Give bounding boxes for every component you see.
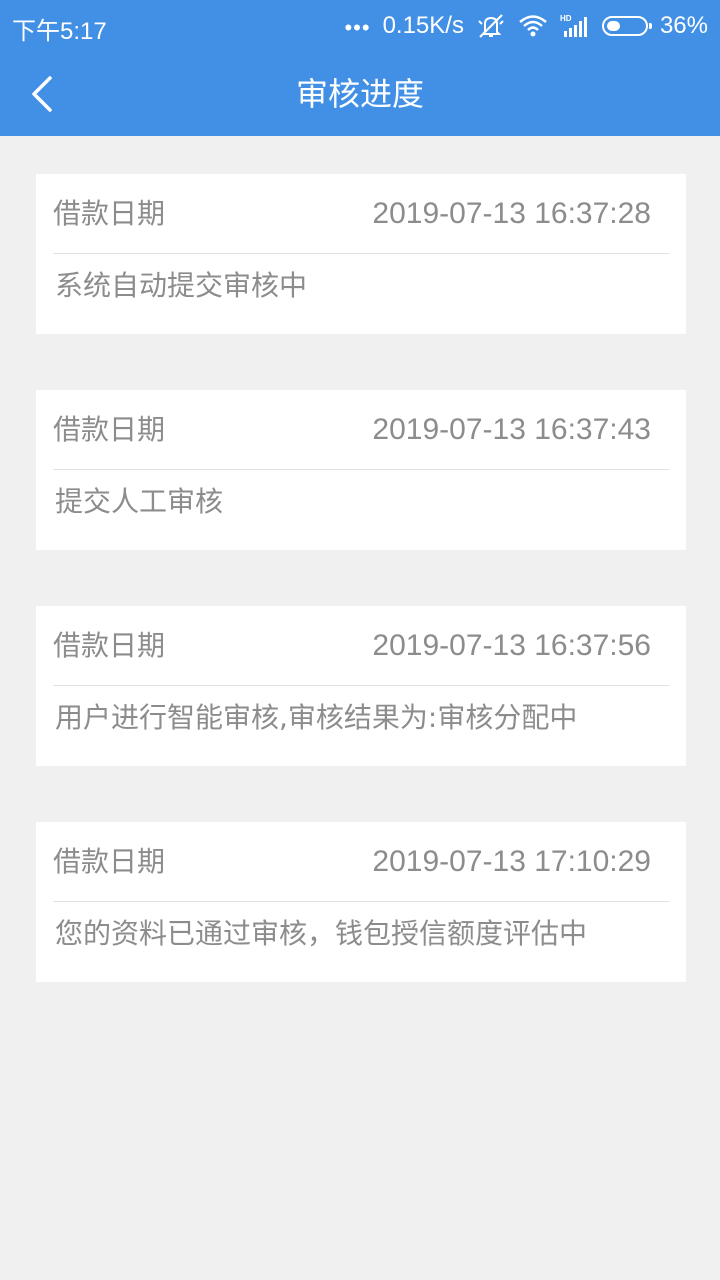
battery-fill bbox=[606, 21, 620, 31]
progress-card: 借款日期 2019-07-13 16:37:43 提交人工审核 bbox=[36, 390, 686, 550]
status-time: 下午5:17 bbox=[12, 18, 107, 45]
date-label: 借款日期 bbox=[53, 197, 166, 230]
date-label: 借款日期 bbox=[53, 629, 166, 662]
page-title: 审核进度 bbox=[295, 75, 424, 113]
status-description: 您的资料已通过审核，钱包授信额度评估中 bbox=[55, 917, 588, 950]
date-label: 借款日期 bbox=[53, 845, 166, 878]
app-bar: 审核进度 bbox=[0, 52, 720, 136]
svg-text:HD: HD bbox=[560, 14, 572, 23]
card-header-row: 借款日期 2019-07-13 16:37:56 bbox=[53, 606, 669, 686]
date-label: 借款日期 bbox=[53, 413, 166, 446]
hd-signal-icon: HD bbox=[560, 13, 590, 39]
battery-percent: 36% bbox=[659, 12, 708, 39]
date-value: 2019-07-13 16:37:56 bbox=[372, 629, 651, 662]
date-value: 2019-07-13 16:37:43 bbox=[372, 413, 651, 446]
status-indicators: ••• 0.15K/s HD 36% bbox=[344, 8, 708, 44]
date-value: 2019-07-13 17:10:29 bbox=[372, 845, 651, 878]
mute-vibrate-icon bbox=[476, 13, 506, 39]
card-header-row: 借款日期 2019-07-13 16:37:28 bbox=[53, 174, 669, 254]
more-dots: ••• bbox=[344, 15, 371, 40]
network-speed: 0.15K/s bbox=[382, 12, 464, 39]
wifi-icon bbox=[518, 13, 548, 39]
progress-card: 借款日期 2019-07-13 17:10:29 您的资料已通过审核，钱包授信额… bbox=[36, 822, 686, 982]
card-header-row: 借款日期 2019-07-13 16:37:43 bbox=[53, 390, 669, 470]
battery-nub bbox=[648, 23, 652, 29]
status-description: 提交人工审核 bbox=[55, 485, 224, 518]
status-description: 系统自动提交审核中 bbox=[55, 269, 308, 302]
date-value: 2019-07-13 16:37:28 bbox=[372, 197, 651, 230]
progress-list: 借款日期 2019-07-13 16:37:28 系统自动提交审核中 借款日期 … bbox=[36, 174, 686, 1038]
status-description: 用户进行智能审核,审核结果为:审核分配中 bbox=[55, 701, 578, 734]
battery-icon bbox=[601, 16, 652, 36]
progress-card: 借款日期 2019-07-13 16:37:28 系统自动提交审核中 bbox=[36, 174, 686, 334]
card-header-row: 借款日期 2019-07-13 17:10:29 bbox=[53, 822, 669, 902]
status-bar: 下午5:17 ••• 0.15K/s HD 36% bbox=[0, 0, 720, 52]
progress-card: 借款日期 2019-07-13 16:37:56 用户进行智能审核,审核结果为:… bbox=[36, 606, 686, 766]
